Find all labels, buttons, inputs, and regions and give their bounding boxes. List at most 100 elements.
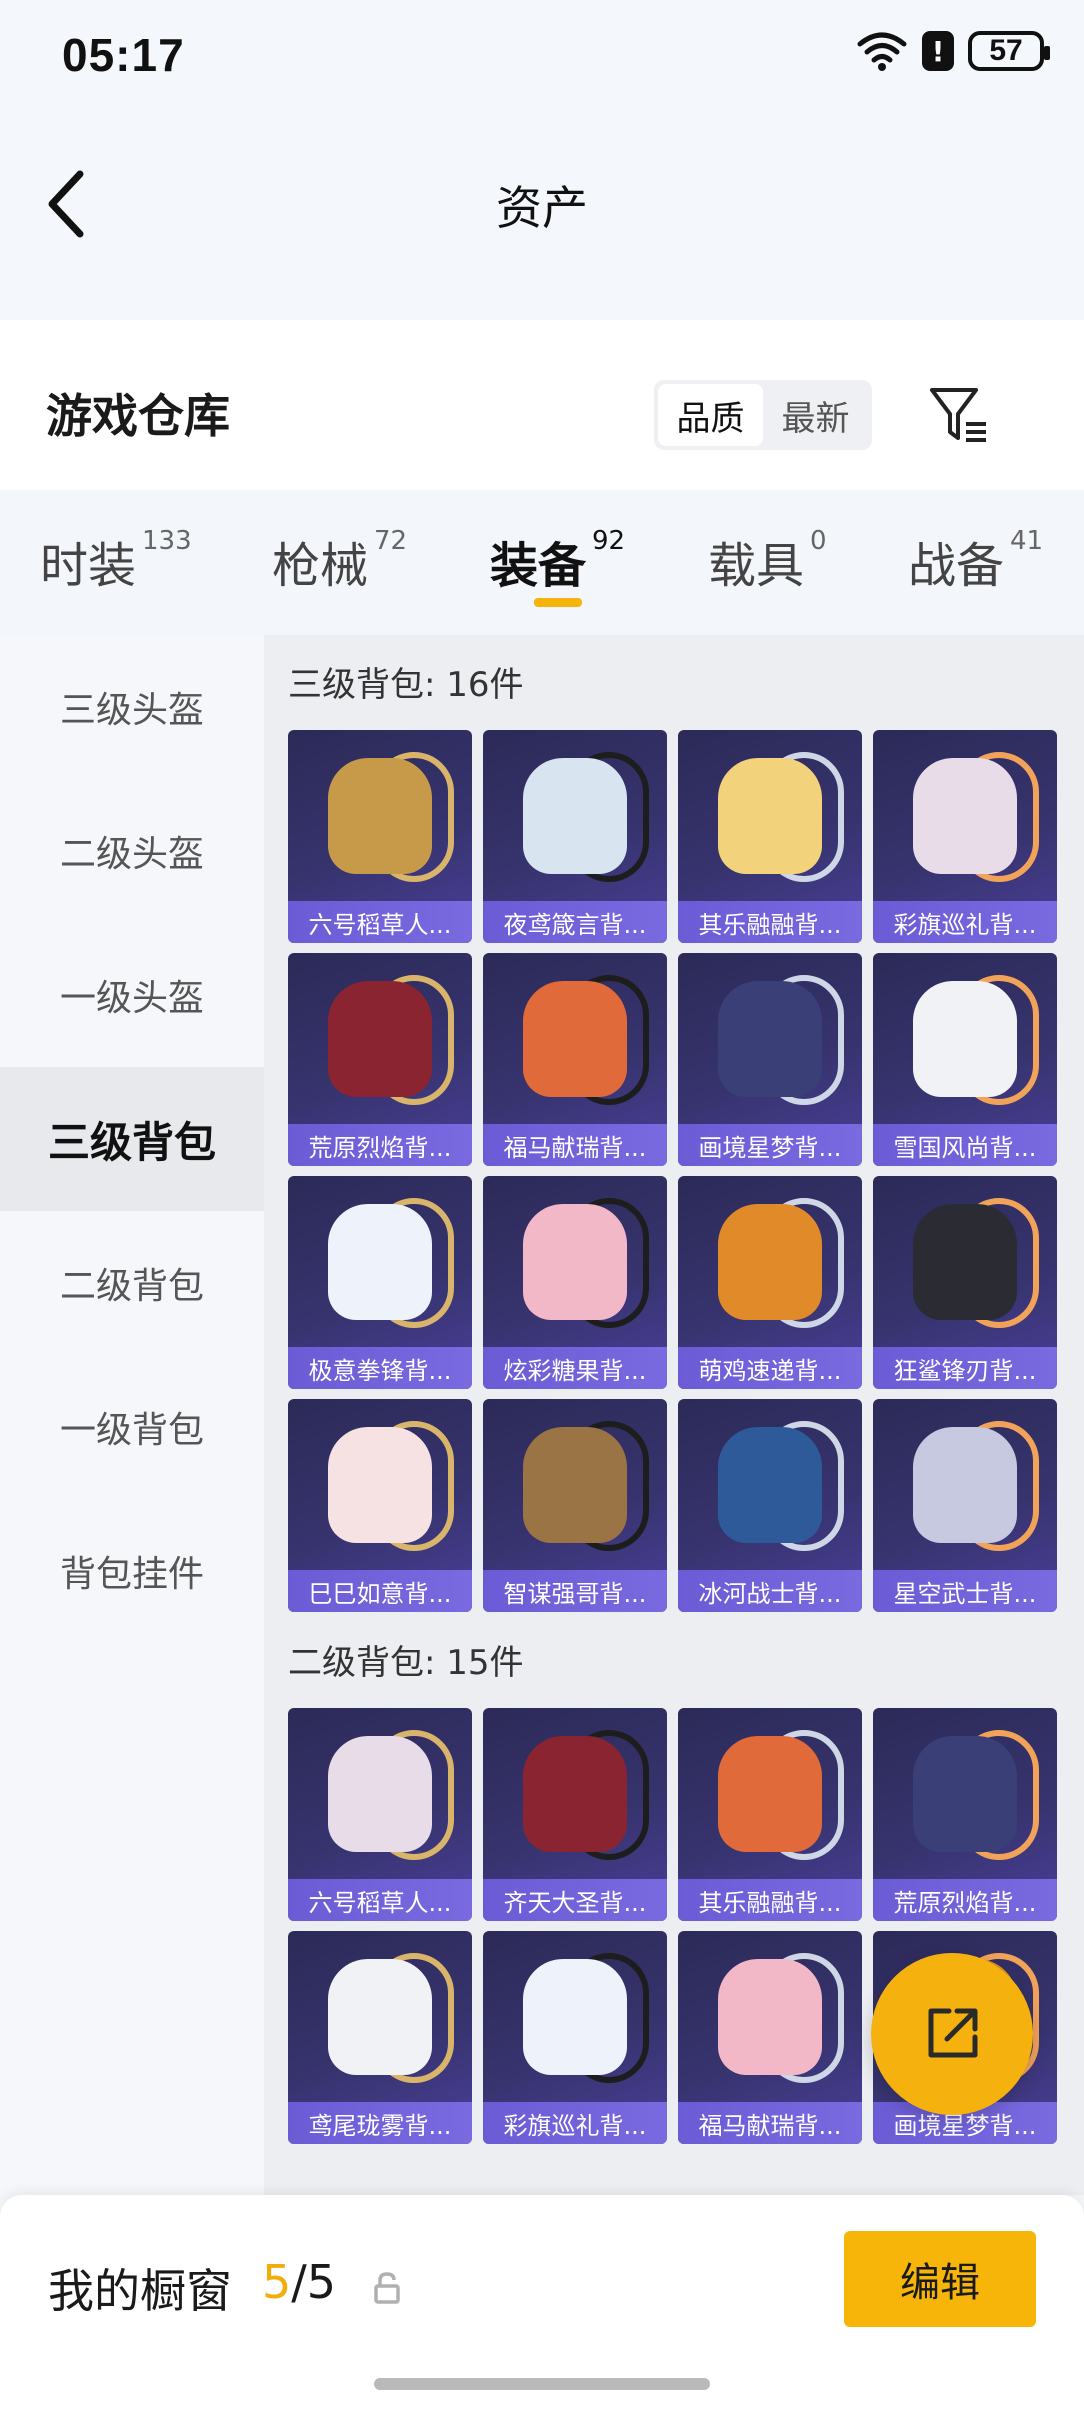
item-name: 福马献瑞背... <box>483 1124 667 1166</box>
backpack-image <box>483 1399 667 1571</box>
item-card[interactable]: 极意拳锋背... <box>288 1176 472 1389</box>
tab-count: 92 <box>592 526 626 556</box>
backpack-body <box>718 1427 822 1543</box>
item-card[interactable]: 星空武士背... <box>873 1399 1057 1612</box>
sidebar-item-backpack-charm[interactable]: 背包挂件 <box>0 1499 264 1643</box>
backpack-body <box>523 1204 627 1320</box>
item-card[interactable]: 萌鸡速递背... <box>678 1176 862 1389</box>
filter-button[interactable] <box>926 382 992 448</box>
tab-label: 枪械 <box>272 538 369 594</box>
item-name: 福马献瑞背... <box>678 2102 862 2144</box>
backpack-body <box>523 1736 627 1852</box>
backpack-image <box>678 730 862 902</box>
backpack-body <box>328 1959 432 2075</box>
backpack-image <box>483 953 667 1125</box>
sort-toggle: 品质 最新 <box>654 380 872 450</box>
item-card[interactable]: 雪国风尚背... <box>873 953 1057 1166</box>
backpack-image <box>483 1708 667 1880</box>
backpack-image <box>873 1708 1057 1880</box>
item-card[interactable]: 画境星梦背... <box>678 953 862 1166</box>
backpack-body <box>328 1427 432 1543</box>
share-button[interactable] <box>871 1953 1033 2115</box>
sidebar-item-backpack-2[interactable]: 二级背包 <box>0 1211 264 1355</box>
item-card[interactable]: 巳巳如意背... <box>288 1399 472 1612</box>
backpack-image <box>288 1399 472 1571</box>
header: 资产 <box>0 110 1084 320</box>
category-tabs: 时装 133 枪械 72 装备 92 载具 0 战备 41 <box>0 490 1084 635</box>
tab-equipment[interactable]: 装备 92 <box>490 526 625 596</box>
sidebar-item-helmet-1[interactable]: 一级头盔 <box>0 923 264 1067</box>
wifi-icon <box>857 32 907 71</box>
item-name: 彩旗巡礼背... <box>873 901 1057 943</box>
item-name: 鸢尾珑雾背... <box>288 2102 472 2144</box>
backpack-body <box>913 758 1017 874</box>
sort-quality-button[interactable]: 品质 <box>658 384 763 446</box>
backpack-image <box>483 730 667 902</box>
backpack-image <box>288 1931 472 2103</box>
page-title: 资产 <box>496 181 588 235</box>
backpack-body <box>718 758 822 874</box>
status-icons: ! 57 <box>856 30 1050 72</box>
item-card[interactable]: 鸢尾珑雾背... <box>288 1931 472 2144</box>
item-card[interactable]: 其乐融融背... <box>678 1708 862 1921</box>
sidebar-item-helmet-2[interactable]: 二级头盔 <box>0 779 264 923</box>
backpack-image <box>288 953 472 1125</box>
item-name: 齐天大圣背... <box>483 1879 667 1921</box>
item-card[interactable]: 六号稻草人... <box>288 1708 472 1921</box>
item-card[interactable]: 荒原烈焰背... <box>288 953 472 1166</box>
item-name: 其乐融融背... <box>678 901 862 943</box>
item-name: 画境星梦背... <box>678 1124 862 1166</box>
backpack-image <box>483 1931 667 2103</box>
tab-gear[interactable]: 战备 41 <box>908 526 1043 596</box>
backpack-image <box>678 1176 862 1348</box>
item-card[interactable]: 荒原烈焰背... <box>873 1708 1057 1921</box>
item-card[interactable]: 彩旗巡礼背... <box>483 1931 667 2144</box>
item-card[interactable]: 齐天大圣背... <box>483 1708 667 1921</box>
item-card[interactable]: 夜鸢箴言背... <box>483 730 667 943</box>
backpack-image <box>873 953 1057 1125</box>
tab-count: 41 <box>1010 526 1044 556</box>
item-card[interactable]: 其乐融融背... <box>678 730 862 943</box>
item-card[interactable]: 狂鲨锋刃背... <box>873 1176 1057 1389</box>
sidebar-item-helmet-3[interactable]: 三级头盔 <box>0 635 264 779</box>
status-time: 05:17 <box>62 29 185 81</box>
edit-button[interactable]: 编辑 <box>844 2231 1036 2327</box>
item-name: 巳巳如意背... <box>288 1570 472 1612</box>
item-name: 六号稻草人... <box>288 1879 472 1921</box>
item-name: 荒原烈焰背... <box>873 1879 1057 1921</box>
sidebar-item-backpack-1[interactable]: 一级背包 <box>0 1355 264 1499</box>
backpack-body <box>328 758 432 874</box>
item-card[interactable]: 冰河战士背... <box>678 1399 862 1612</box>
tab-vehicles[interactable]: 载具 0 <box>708 526 827 596</box>
tab-label: 装备 <box>490 538 587 594</box>
backpack-body <box>718 1736 822 1852</box>
sort-latest-button[interactable]: 最新 <box>763 384 868 446</box>
tab-fashion[interactable]: 时装 133 <box>40 526 192 596</box>
item-card[interactable]: 彩旗巡礼背... <box>873 730 1057 943</box>
item-name: 萌鸡速递背... <box>678 1347 862 1389</box>
section-title: 三级背包: 16件 <box>288 665 524 705</box>
backpack-image <box>678 1399 862 1571</box>
tab-count: 133 <box>142 526 192 556</box>
item-card[interactable]: 六号稻草人... <box>288 730 472 943</box>
backpack-image <box>288 1176 472 1348</box>
item-card[interactable]: 福马献瑞背... <box>483 953 667 1166</box>
tab-label: 时装 <box>40 538 137 594</box>
item-card[interactable]: 炫彩糖果背... <box>483 1176 667 1389</box>
backpack-image <box>483 1176 667 1348</box>
item-name: 智谋强哥背... <box>483 1570 667 1612</box>
backpack-body <box>718 981 822 1097</box>
backpack-body <box>523 758 627 874</box>
item-name: 彩旗巡礼背... <box>483 2102 667 2144</box>
backpack-image <box>873 1176 1057 1348</box>
home-indicator[interactable] <box>374 2378 710 2390</box>
warehouse-bar: 游戏仓库 品质 最新 <box>0 320 1084 490</box>
backpack-image <box>288 1708 472 1880</box>
item-card[interactable]: 福马献瑞背... <box>678 1931 862 2144</box>
sidebar-item-backpack-3[interactable]: 三级背包 <box>0 1067 264 1211</box>
section-title: 二级背包: 15件 <box>288 1643 524 1683</box>
item-name: 夜鸢箴言背... <box>483 901 667 943</box>
item-card[interactable]: 智谋强哥背... <box>483 1399 667 1612</box>
tab-weapons[interactable]: 枪械 72 <box>272 526 407 596</box>
backpack-body <box>913 1204 1017 1320</box>
